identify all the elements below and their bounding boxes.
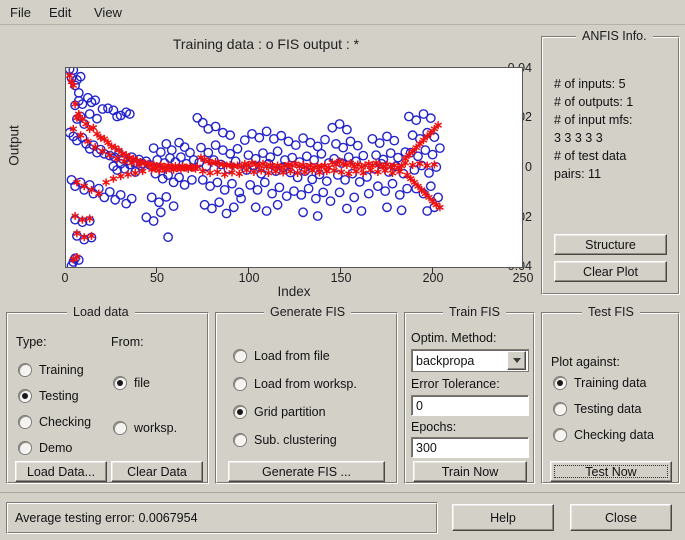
anfis-info-title: ANFIS Info.: [576, 29, 653, 43]
radio-icon: [113, 421, 127, 435]
radio-icon: [553, 428, 567, 442]
from-label: From:: [111, 335, 144, 349]
radio-type-training[interactable]: Training: [18, 363, 84, 377]
optim-method-label: Optim. Method:: [411, 331, 497, 345]
radio-icon: [18, 441, 32, 455]
load-data-title: Load data: [67, 305, 135, 319]
radio-icon: [233, 377, 247, 391]
radio-type-testing[interactable]: Testing: [18, 389, 79, 403]
plot-title: Training data : o FIS output : *: [172, 36, 360, 52]
anfis-info-group: ANFIS Info. # of inputs: 5 # of outputs:…: [541, 29, 680, 295]
load-data-button[interactable]: Load Data...: [15, 461, 107, 482]
epochs-input[interactable]: 300: [411, 437, 529, 458]
radio-label: Demo: [39, 441, 73, 455]
radio-label: Load from file: [254, 349, 330, 363]
plot-against-label: Plot against:: [551, 355, 620, 369]
radio-test-training-data[interactable]: Training data: [553, 376, 647, 390]
radio-label: file: [134, 376, 150, 390]
radio-icon: [18, 363, 32, 377]
anfis-info-line-4: # of test data: [554, 149, 627, 163]
radio-label: worksp.: [134, 421, 178, 435]
x-tick-0: 0: [61, 271, 69, 285]
radio-type-checking[interactable]: Checking: [18, 415, 91, 429]
anfis-editor-window: File Edit View Training data : o FIS out…: [0, 0, 685, 540]
x-tick-2: 100: [238, 271, 260, 285]
close-button[interactable]: Close: [570, 504, 672, 531]
radio-gen-grid-partition[interactable]: Grid partition: [233, 405, 326, 419]
generate-fis-group: Generate FIS Load from file Load from wo…: [215, 305, 398, 484]
anfis-info-line-1: # of outputs: 1: [554, 95, 634, 109]
radio-label: Grid partition: [254, 405, 326, 419]
radio-gen-load-from-workspace[interactable]: Load from worksp.: [233, 377, 357, 391]
anfis-info-line-5: pairs: 11: [554, 167, 602, 181]
x-tick-3: 150: [330, 271, 352, 285]
generate-fis-title: Generate FIS: [264, 305, 352, 319]
radio-icon: [233, 433, 247, 447]
status-message: Average testing error: 0.0067954: [6, 502, 438, 534]
load-data-group: Load data Type: From: Training Testing C…: [6, 305, 209, 484]
radio-icon: [553, 376, 567, 390]
error-tolerance-input[interactable]: 0: [411, 395, 529, 416]
radio-icon: [233, 349, 247, 363]
radio-label: Checking data: [574, 428, 654, 442]
radio-gen-sub-clustering[interactable]: Sub. clustering: [233, 433, 337, 447]
radio-label: Checking: [39, 415, 92, 429]
generate-fis-button[interactable]: Generate FIS ...: [228, 461, 385, 482]
plot-panel: Training data : o FIS output : * Output …: [0, 26, 533, 302]
menu-view[interactable]: View: [90, 4, 126, 21]
y-axis-label: Output: [6, 125, 22, 166]
x-tick-1: 50: [150, 271, 164, 285]
anfis-info-line-0: # of inputs: 5: [554, 77, 626, 91]
menu-edit[interactable]: Edit: [45, 4, 75, 21]
radio-gen-load-from-file[interactable]: Load from file: [233, 349, 330, 363]
scatter-plot-axes[interactable]: [65, 67, 523, 268]
clear-data-button[interactable]: Clear Data: [111, 461, 203, 482]
anfis-info-line-2: # of input mfs:: [554, 113, 633, 127]
radio-test-checking-data[interactable]: Checking data: [553, 428, 654, 442]
statusbar-divider: [0, 492, 685, 493]
test-fis-group: Test FIS Plot against: Training data Tes…: [541, 305, 680, 484]
menu-bar: File Edit View: [0, 0, 685, 25]
status-text: Average testing error: 0.0067954: [15, 511, 198, 525]
clear-plot-button[interactable]: Clear Plot: [554, 261, 667, 282]
type-label: Type:: [16, 335, 47, 349]
radio-label: Sub. clustering: [254, 433, 337, 447]
radio-icon: [233, 405, 247, 419]
radio-icon: [113, 376, 127, 390]
optim-method-dropdown[interactable]: backpropa: [411, 349, 529, 372]
radio-icon: [18, 415, 32, 429]
chevron-down-icon[interactable]: [507, 351, 526, 370]
x-tick-5: 250: [512, 271, 534, 285]
radio-label: Training: [39, 363, 84, 377]
optim-method-value: backpropa: [416, 353, 475, 368]
radio-label: Testing: [39, 389, 79, 403]
error-tolerance-label: Error Tolerance:: [411, 377, 500, 391]
test-fis-title: Test FIS: [582, 305, 640, 319]
x-tick-4: 200: [422, 271, 444, 285]
menu-file[interactable]: File: [6, 4, 35, 21]
scatter-plot-canvas: [66, 68, 445, 267]
radio-test-testing-data[interactable]: Testing data: [553, 402, 641, 416]
radio-label: Training data: [574, 376, 647, 390]
radio-label: Testing data: [574, 402, 642, 416]
train-now-button[interactable]: Train Now: [413, 461, 527, 482]
radio-type-demo[interactable]: Demo: [18, 441, 72, 455]
anfis-info-line-3: 3 3 3 3 3: [554, 131, 603, 145]
radio-from-file[interactable]: file: [113, 376, 150, 390]
test-now-button[interactable]: Test Now: [550, 461, 672, 482]
x-axis-label: Index: [277, 284, 311, 299]
epochs-label: Epochs:: [411, 420, 457, 434]
radio-from-workspace[interactable]: worksp.: [113, 421, 177, 435]
radio-icon: [18, 389, 32, 403]
train-fis-title: Train FIS: [443, 305, 506, 319]
radio-icon: [553, 402, 567, 416]
train-fis-group: Train FIS Optim. Method: backpropa Error…: [404, 305, 535, 484]
help-button[interactable]: Help: [452, 504, 554, 531]
radio-label: Load from worksp.: [254, 377, 357, 391]
structure-button[interactable]: Structure: [554, 234, 667, 255]
